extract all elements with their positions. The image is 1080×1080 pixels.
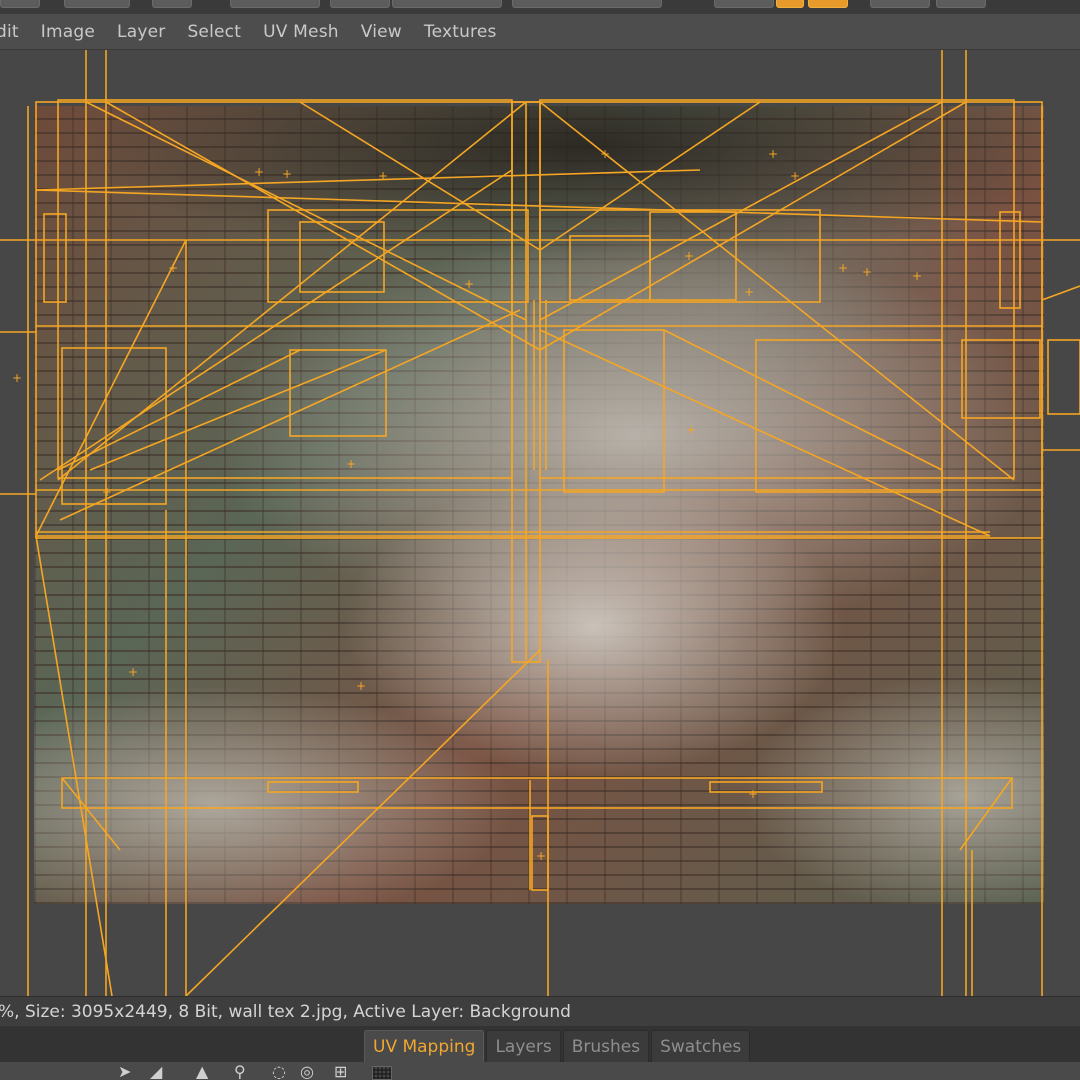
status-bar: %, Size: 3095x2449, 8 Bit, wall tex 2.jp… bbox=[0, 996, 1080, 1026]
menu-layer[interactable]: Layer bbox=[106, 22, 176, 42]
menu-image[interactable]: Image bbox=[30, 22, 106, 42]
lock-icon[interactable]: ◌ bbox=[272, 1064, 286, 1080]
svg-text:+: + bbox=[346, 457, 356, 471]
svg-text:+: + bbox=[684, 249, 694, 263]
menu-view[interactable]: View bbox=[350, 22, 413, 42]
toolbar-button-active[interactable] bbox=[808, 0, 848, 8]
toolbar-button[interactable] bbox=[152, 0, 192, 8]
svg-text:+: + bbox=[464, 277, 474, 291]
toolbar-button[interactable] bbox=[64, 0, 130, 8]
toolbar-button[interactable] bbox=[330, 0, 390, 8]
menu-select[interactable]: Select bbox=[176, 22, 252, 42]
tab-uv-mapping[interactable]: UV Mapping bbox=[364, 1030, 485, 1062]
target-icon[interactable]: ◎ bbox=[300, 1064, 314, 1080]
toolbar-button-active[interactable] bbox=[776, 0, 804, 8]
triangle-icon[interactable]: ◢ bbox=[150, 1064, 162, 1080]
svg-text:+: + bbox=[12, 371, 22, 385]
add-icon[interactable]: ⊞ bbox=[334, 1064, 347, 1080]
toolbar-button[interactable] bbox=[0, 0, 40, 8]
triangle-icon[interactable]: ▲ bbox=[196, 1064, 208, 1080]
toolbar-button[interactable] bbox=[392, 0, 502, 8]
svg-text:+: + bbox=[254, 165, 264, 179]
toolbar-button[interactable] bbox=[230, 0, 320, 8]
pin-icon[interactable]: ⚲ bbox=[234, 1064, 246, 1080]
svg-text:+: + bbox=[536, 849, 546, 863]
svg-text:+: + bbox=[282, 167, 292, 181]
menu-textures[interactable]: Textures bbox=[413, 22, 508, 42]
tab-brushes[interactable]: Brushes bbox=[562, 1030, 650, 1062]
svg-text:+: + bbox=[912, 269, 922, 283]
uv-mesh-overlay[interactable]: + + + + + + + + + + + + + + + + + + + + + bbox=[0, 50, 1080, 996]
cursor-arrow-icon[interactable]: ➤ bbox=[118, 1064, 131, 1080]
menu-uv-mesh[interactable]: UV Mesh bbox=[252, 22, 350, 42]
svg-text:+: + bbox=[768, 147, 778, 161]
status-text: %, Size: 3095x2449, 8 Bit, wall tex 2.jp… bbox=[0, 1001, 571, 1022]
menu-bar: dit Image Layer Select UV Mesh View Text… bbox=[0, 14, 1080, 50]
bottom-toolbar: ➤ ◢ ▲ ⚲ ◌ ◎ ⊞ bbox=[0, 1062, 1080, 1080]
panel-tabs: UV Mapping Layers Brushes Swatches bbox=[0, 1026, 1080, 1062]
svg-text:+: + bbox=[862, 265, 872, 279]
grid-icon[interactable] bbox=[372, 1066, 392, 1080]
svg-text:+: + bbox=[790, 169, 800, 183]
uv-viewport[interactable]: + + + + + + + + + + + + + + + + + + + + + bbox=[0, 50, 1080, 996]
toolbar-button[interactable] bbox=[870, 0, 930, 8]
svg-text:+: + bbox=[838, 261, 848, 275]
svg-text:+: + bbox=[128, 665, 138, 679]
svg-text:+: + bbox=[686, 423, 696, 437]
toolbar-button[interactable] bbox=[512, 0, 662, 8]
tab-layers[interactable]: Layers bbox=[486, 1030, 561, 1062]
svg-text:+: + bbox=[600, 147, 610, 161]
svg-text:+: + bbox=[378, 169, 388, 183]
tab-swatches[interactable]: Swatches bbox=[651, 1030, 751, 1062]
svg-text:+: + bbox=[356, 679, 366, 693]
toolbar-button[interactable] bbox=[714, 0, 774, 8]
svg-text:+: + bbox=[748, 787, 758, 801]
svg-text:+: + bbox=[102, 485, 112, 499]
svg-text:+: + bbox=[744, 285, 754, 299]
svg-text:+: + bbox=[168, 261, 178, 275]
toolbar-button[interactable] bbox=[936, 0, 986, 8]
top-toolbar bbox=[0, 0, 1080, 14]
menu-edit[interactable]: dit bbox=[0, 22, 30, 42]
